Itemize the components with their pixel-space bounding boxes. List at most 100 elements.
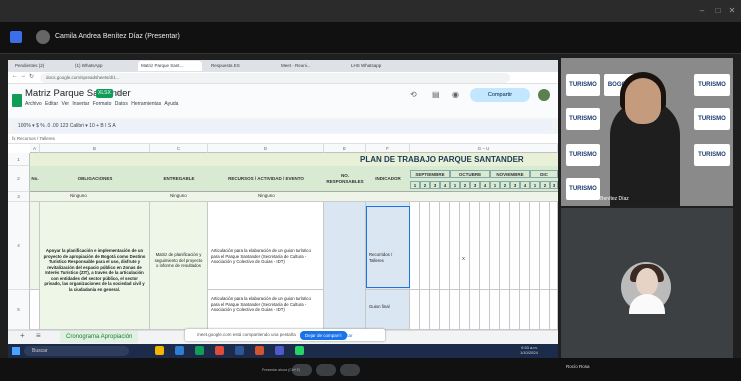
cell-indicador-2[interactable]: Guion final xyxy=(366,290,410,330)
add-sheet-icon[interactable]: + xyxy=(20,331,25,340)
column-header[interactable]: G – U xyxy=(410,144,558,153)
present-button[interactable] xyxy=(340,364,360,376)
presenter-label: Camila Andrea Benítez Díaz (Presentar) xyxy=(55,33,180,40)
sheet-tab-active[interactable]: Cronograma Apropiación xyxy=(60,331,139,343)
column-header[interactable]: D xyxy=(208,144,324,153)
menu-bar[interactable]: Archivo Editar Ver Insertar Formato Dato… xyxy=(25,101,178,107)
banner-turismo-3: TURISMO xyxy=(566,144,600,166)
hide-button[interactable]: Ocultar xyxy=(338,331,353,340)
month-november: NOVIEMBRE xyxy=(490,170,530,178)
banner-turismo-right-3: TURISMO xyxy=(694,144,730,166)
cell-recursos-2[interactable]: Articulación para la elaboración de un g… xyxy=(208,290,324,330)
star-icon[interactable]: ☆ xyxy=(115,89,121,97)
cell-responsables[interactable] xyxy=(324,202,366,330)
meet-controls-strip xyxy=(0,358,741,381)
week-cell: 2 xyxy=(460,181,470,189)
teams-icon[interactable] xyxy=(275,346,284,355)
file-type-badge: XLSX xyxy=(96,89,113,98)
row-header[interactable]: 4 xyxy=(8,202,30,290)
cell-schedule-1[interactable] xyxy=(410,202,558,290)
tab-pendientes[interactable]: Pendientes (2) xyxy=(12,61,66,71)
sharing-notice: meet.google.com está compartiendo una pe… xyxy=(185,329,385,341)
cell-entregable[interactable]: Matriz de planificación y seguimiento de… xyxy=(150,202,208,330)
taskbar-clock[interactable]: 9:53 a.m. 1/10/2024 xyxy=(520,345,538,355)
tab-whatsapp[interactable]: (1) WhatsApp xyxy=(72,61,132,71)
banner-turismo-right-2: TURISMO xyxy=(694,108,730,130)
column-header[interactable]: E xyxy=(324,144,366,153)
participant-name-2: Rocío Rosa xyxy=(566,364,590,369)
tab-meet[interactable]: Meet - Reuni... xyxy=(278,61,342,71)
column-header[interactable]: A xyxy=(30,144,40,153)
header-no: No. xyxy=(31,176,39,181)
banner-turismo-right: TURISMO xyxy=(694,74,730,96)
taskbar-search[interactable]: Buscar xyxy=(24,346,129,356)
excel-icon[interactable] xyxy=(195,346,204,355)
meet-icon[interactable]: ◉ xyxy=(452,90,459,99)
windows-start-icon[interactable] xyxy=(12,347,20,355)
all-sheets-icon[interactable]: ≡ xyxy=(36,331,41,340)
column-header[interactable]: B xyxy=(40,144,150,153)
meet-logo-icon xyxy=(10,31,22,43)
tab-matriz[interactable]: Matriz Parque Sant... xyxy=(138,61,202,71)
week-cell: 3 xyxy=(550,181,558,189)
banner-turismo-2: TURISMO xyxy=(566,108,600,130)
formula-bar[interactable]: fx Recursos / Talleres xyxy=(8,134,558,144)
cell-no-2[interactable] xyxy=(30,290,40,330)
schedule-mark: X xyxy=(462,256,466,261)
week-cell: 3 xyxy=(510,181,520,189)
row-header[interactable]: 2 xyxy=(8,166,30,192)
history-icon[interactable]: ⟲ xyxy=(410,90,417,99)
filter-obligaciones[interactable]: Ninguno xyxy=(70,193,87,198)
selection-outline xyxy=(366,206,410,288)
filter-recursos[interactable]: Ninguno xyxy=(258,193,275,198)
user-avatar[interactable] xyxy=(538,89,550,101)
week-cell: 2 xyxy=(500,181,510,189)
header-recursos: RECURSOS / ACTIVIDAD / EVENTO xyxy=(228,176,304,181)
sheets-logo-icon[interactable] xyxy=(12,94,22,107)
minimize-icon[interactable]: – xyxy=(696,5,708,17)
forward-icon[interactable]: → xyxy=(20,73,26,79)
week-cell: 3 xyxy=(430,181,440,189)
row-header[interactable]: 3 xyxy=(8,192,30,202)
avatar-face xyxy=(636,268,658,296)
presenter-avatar xyxy=(36,30,50,44)
banner-turismo: TURISMO xyxy=(566,74,600,96)
column-header[interactable]: C xyxy=(150,144,208,153)
week-cell: 2 xyxy=(540,181,550,189)
share-button[interactable]: Compartir xyxy=(470,88,530,102)
comment-icon[interactable]: ▤ xyxy=(432,90,440,99)
formatting-toolbar[interactable]: 100% ▾ $ % .0 .00 123 Calibri ▾ 10 + B I… xyxy=(12,120,552,132)
filter-row xyxy=(30,192,558,202)
week-cell: 1 xyxy=(450,181,460,189)
row-header[interactable]: 5 xyxy=(8,290,30,330)
plan-title: PLAN DE TRABAJO PARQUE SANTANDER xyxy=(360,155,524,164)
powerpoint-icon[interactable] xyxy=(255,346,264,355)
inner-address-input[interactable]: docs.google.com/spreadsheets/d/1... xyxy=(40,73,510,83)
chrome-icon[interactable] xyxy=(215,346,224,355)
column-header[interactable]: F xyxy=(366,144,410,153)
clock-date: 1/10/2024 xyxy=(520,350,538,355)
month-september: SEPTIEMBRE xyxy=(410,170,450,178)
week-cell: 4 xyxy=(480,181,490,189)
maximize-icon[interactable]: □ xyxy=(712,5,724,17)
cell-obligacion[interactable]: Apoyar la planificación e implementación… xyxy=(40,202,150,330)
whatsapp-icon[interactable] xyxy=(295,346,304,355)
file-explorer-icon[interactable] xyxy=(155,346,164,355)
tab-respuesta[interactable]: Respuesta ES xyxy=(208,61,272,71)
filter-entregable[interactable]: Ninguno xyxy=(170,193,187,198)
back-icon[interactable]: ← xyxy=(12,73,18,79)
week-cell: 3 xyxy=(470,181,480,189)
cell-no[interactable] xyxy=(30,202,40,290)
row-header[interactable]: 1 xyxy=(8,153,30,166)
header-entregable: ENTREGABLE xyxy=(163,176,195,181)
camera-button[interactable] xyxy=(316,364,336,376)
reload-icon[interactable]: ↻ xyxy=(29,73,34,80)
month-october: OCTUBRE xyxy=(450,170,490,178)
tab-lhs-whatsapp[interactable]: LHS Whatsapp xyxy=(348,61,412,71)
cell-recursos-1[interactable]: Articulación para la elaboración de un g… xyxy=(208,202,324,290)
edge-icon[interactable] xyxy=(175,346,184,355)
outer-address-text[interactable] xyxy=(28,5,628,17)
cell-schedule-2[interactable] xyxy=(410,290,558,330)
close-icon[interactable]: ✕ xyxy=(726,5,738,17)
word-icon[interactable] xyxy=(235,346,244,355)
